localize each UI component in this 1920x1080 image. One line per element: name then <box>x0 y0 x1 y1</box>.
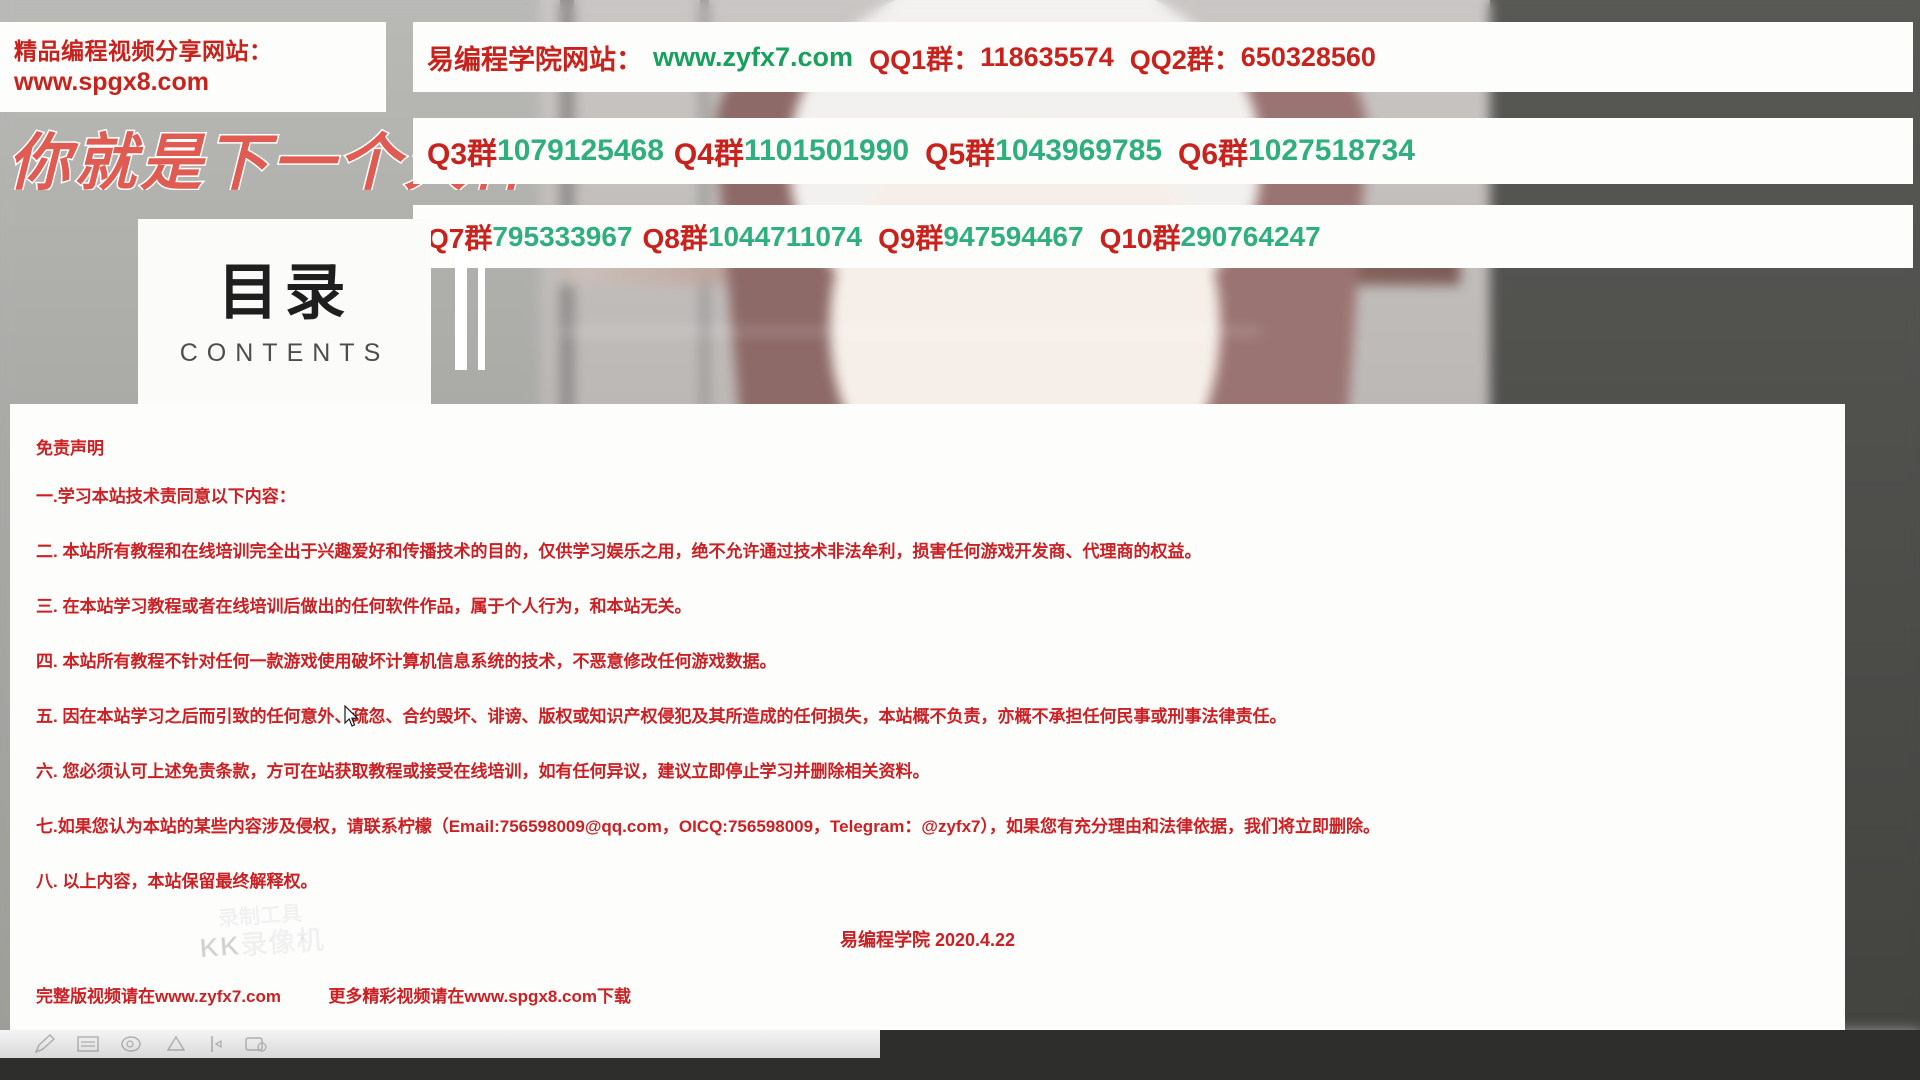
qq-group-value: 290764247 <box>1180 220 1321 252</box>
qq-group-label: Q5群 <box>925 138 996 171</box>
qq-group-value: 1101501990 <box>743 134 910 167</box>
qq-group-value: 947594467 <box>943 220 1084 252</box>
promo-banner-row-1: 易编程学院网站： www.zyfx7.com QQ1群： 118635574 Q… <box>413 22 1913 92</box>
promo-banner-row-2: Q3群 1079125468 Q4群 1101501990 Q5群 104396… <box>413 118 1913 184</box>
disclaimer-item: 三. 在本站学习教程或者在线培训后做出的任何软件作品，属于个人行为，和本站无关。 <box>36 597 692 616</box>
qq-group-label: Q4群 <box>673 138 744 171</box>
disclaimer-title: 免责声明 <box>36 439 104 458</box>
disclaimer-item: 八. 以上内容，本站保留最终解释权。 <box>36 872 318 891</box>
contents-title-cn: 目录 <box>217 258 352 326</box>
footer-right-text: 更多精彩视频请在www.spgx8.com下载 <box>328 987 632 1006</box>
qq-group-label: Q10群 <box>1099 222 1181 254</box>
qq-group-value: 1027518734 <box>1248 134 1415 167</box>
site-label: 易编程学院网站： <box>427 44 643 75</box>
promo-banner-left: 精品编程视频分享网站： www.spgx8.com <box>0 22 386 112</box>
qq-group-value: 1043969785 <box>995 134 1163 167</box>
qq1-label: QQ1群： <box>869 44 981 75</box>
disclaimer-slide: 免责声明 一.学习本站技术责同意以下内容： 二. 本站所有教程和在线培训完全出于… <box>10 404 1845 1049</box>
screen: 你就是下一个大神 精品编程视频分享网站： www.spgx8.com 易编程学院… <box>0 0 1920 1080</box>
qq-group-label: Q9群 <box>878 222 944 254</box>
contents-title-en: CONTENTS <box>179 339 390 367</box>
disclaimer-item: 七.如果您认为本站的某些内容涉及侵权，请联系柠檬（Email:756598009… <box>36 817 1380 836</box>
list-icon[interactable] <box>76 1034 100 1054</box>
slider-icon[interactable] <box>208 1034 224 1054</box>
disclaimer-signature: 易编程学院 2020.4.22 <box>839 930 1016 950</box>
disclaimer-item: 二. 本站所有教程和在线培训完全出于兴趣爱好和传播技术的目的，仅供学习娱乐之用，… <box>36 542 1202 561</box>
disclaimer-item: 五. 因在本站学习之后而引致的任何意外、疏忽、合约毁坏、诽谤、版权或知识产权侵犯… <box>36 707 1287 726</box>
qq2-value: 650328560 <box>1240 41 1376 72</box>
shape-icon[interactable] <box>164 1034 188 1054</box>
footer-left-text: 完整版视频请在www.zyfx7.com <box>36 987 281 1006</box>
contents-card: 目录 CONTENTS <box>138 219 431 406</box>
qq-group-label: Q3群 <box>427 138 498 171</box>
promo-left-line2: www.spgx8.com <box>14 68 209 96</box>
promo-left-line1: 精品编程视频分享网站： <box>14 38 273 64</box>
player-toolbar-icons[interactable] <box>34 1034 270 1054</box>
pen-icon[interactable] <box>34 1034 56 1054</box>
qq-group-value: 795333967 <box>492 220 633 252</box>
camera-icon[interactable] <box>244 1034 270 1054</box>
qq-group-value: 1079125468 <box>497 134 664 167</box>
contents-accent-bar <box>455 250 467 370</box>
magnifier-icon[interactable] <box>120 1034 144 1054</box>
qq-group-label: Q8群 <box>642 222 708 254</box>
disclaimer-item: 四. 本站所有教程不针对任何一款游戏使用破坏计算机信息系统的技术，不恶意修改任何… <box>36 652 777 671</box>
qq-group-label: Q6群 <box>1178 138 1249 171</box>
promo-banner-row-3: Q7群 795333967 Q8群 1044711074 Q9群 9475944… <box>413 205 1913 268</box>
disclaimer-footer: 完整版视频请在www.zyfx7.com 更多精彩视频请在www.spgx8.c… <box>36 982 1819 1007</box>
site-url: www.zyfx7.com <box>653 41 854 72</box>
mouse-cursor-icon <box>344 705 359 727</box>
contents-accent-bar-2 <box>478 250 485 370</box>
qq2-label: QQ2群： <box>1129 44 1241 75</box>
qq-group-value: 1044711074 <box>707 220 863 252</box>
qq1-value: 118635574 <box>980 41 1114 72</box>
disclaimer-item: 六. 您必须认可上述免责条款，方可在站获取教程或接受在线培训，如有任何异议，建议… <box>36 762 930 781</box>
disclaimer-item: 一.学习本站技术责同意以下内容： <box>36 487 296 506</box>
